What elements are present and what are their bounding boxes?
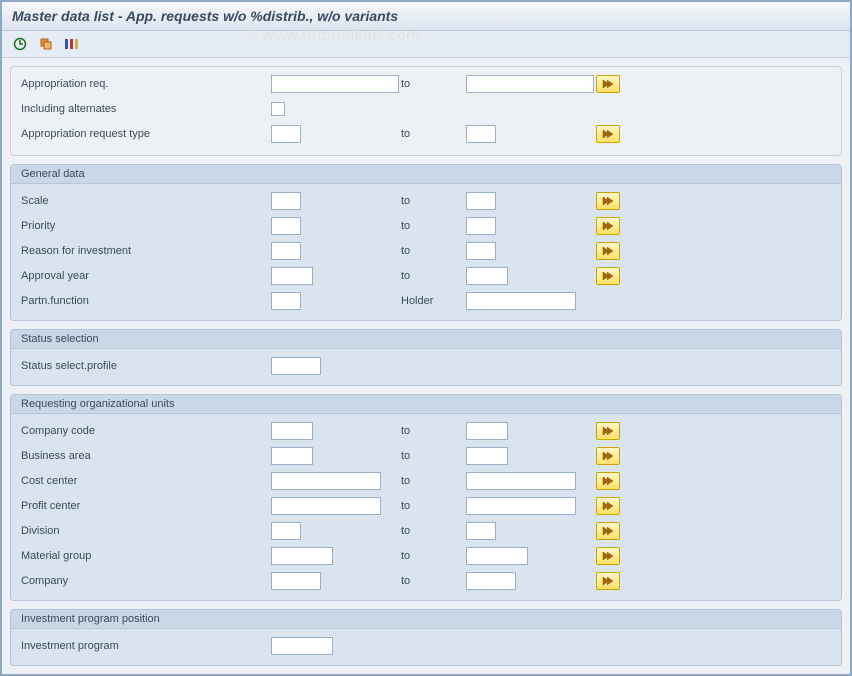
profit-center-to-input[interactable]	[466, 497, 576, 515]
business-area-more-button[interactable]	[596, 447, 620, 465]
to-label: to	[401, 450, 466, 462]
company-to-input[interactable]	[466, 572, 516, 590]
appropriation-request-type-to-input[interactable]	[466, 125, 496, 143]
page-title: Master data list - App. requests w/o %di…	[12, 8, 840, 24]
appropriation-req-label: Appropriation req.	[21, 78, 271, 90]
appropriation-request-type-more-button[interactable]	[596, 125, 620, 143]
reason-for-investment-to-input[interactable]	[466, 242, 496, 260]
including-alternates-label: Including alternates	[21, 103, 271, 115]
investment-program-position-header: Investment program position	[11, 610, 841, 629]
to-label: to	[401, 525, 466, 537]
approval-year-to-input[interactable]	[466, 267, 508, 285]
holder-input[interactable]	[466, 292, 576, 310]
toolbar	[2, 31, 850, 58]
to-label: to	[401, 220, 466, 232]
reason-for-investment-label: Reason for investment	[21, 245, 271, 257]
scale-label: Scale	[21, 195, 271, 207]
business-area-label: Business area	[21, 450, 271, 462]
division-more-button[interactable]	[596, 522, 620, 540]
appropriation-request-type-from-input[interactable]	[271, 125, 301, 143]
scale-more-button[interactable]	[596, 192, 620, 210]
priority-more-button[interactable]	[596, 217, 620, 235]
company-label: Company	[21, 575, 271, 587]
approval-year-label: Approval year	[21, 270, 271, 282]
investment-program-input[interactable]	[271, 637, 333, 655]
status-selection-header: Status selection	[11, 330, 841, 349]
to-label: to	[401, 500, 466, 512]
material-group-to-input[interactable]	[466, 547, 528, 565]
material-group-label: Material group	[21, 550, 271, 562]
appropriation-request-type-label: Appropriation request type	[21, 128, 271, 140]
approval-year-from-input[interactable]	[271, 267, 313, 285]
cost-center-from-input[interactable]	[271, 472, 381, 490]
including-alternates-checkbox[interactable]	[271, 102, 285, 116]
business-area-from-input[interactable]	[271, 447, 313, 465]
company-code-more-button[interactable]	[596, 422, 620, 440]
status-select-profile-label: Status select.profile	[21, 360, 271, 372]
priority-to-input[interactable]	[466, 217, 496, 235]
holder-label: Holder	[401, 295, 466, 307]
company-code-label: Company code	[21, 425, 271, 437]
profit-center-from-input[interactable]	[271, 497, 381, 515]
to-label: to	[401, 128, 466, 140]
get-variant-button[interactable]	[36, 35, 56, 53]
requesting-org-units-header: Requesting organizational units	[11, 395, 841, 414]
to-label: to	[401, 425, 466, 437]
material-group-more-button[interactable]	[596, 547, 620, 565]
material-group-from-input[interactable]	[271, 547, 333, 565]
company-more-button[interactable]	[596, 572, 620, 590]
to-label: to	[401, 550, 466, 562]
division-from-input[interactable]	[271, 522, 301, 540]
division-to-input[interactable]	[466, 522, 496, 540]
division-label: Division	[21, 525, 271, 537]
scale-from-input[interactable]	[271, 192, 301, 210]
selection-options-button[interactable]	[62, 35, 82, 53]
general-data-header: General data	[11, 165, 841, 184]
to-label: to	[401, 195, 466, 207]
appropriation-req-to-input[interactable]	[466, 75, 594, 93]
appropriation-req-from-input[interactable]	[271, 75, 399, 93]
to-label: to	[401, 575, 466, 587]
priority-from-input[interactable]	[271, 217, 301, 235]
to-label: to	[401, 270, 466, 282]
appropriation-req-more-button[interactable]	[596, 75, 620, 93]
cost-center-label: Cost center	[21, 475, 271, 487]
status-select-profile-input[interactable]	[271, 357, 321, 375]
company-code-from-input[interactable]	[271, 422, 313, 440]
reason-for-investment-more-button[interactable]	[596, 242, 620, 260]
business-area-to-input[interactable]	[466, 447, 508, 465]
reason-for-investment-from-input[interactable]	[271, 242, 301, 260]
cost-center-to-input[interactable]	[466, 472, 576, 490]
cost-center-more-button[interactable]	[596, 472, 620, 490]
approval-year-more-button[interactable]	[596, 267, 620, 285]
to-label: to	[401, 245, 466, 257]
partn-function-label: Partn.function	[21, 295, 271, 307]
to-label: to	[401, 475, 466, 487]
investment-program-label: Investment program	[21, 640, 271, 652]
profit-center-label: Profit center	[21, 500, 271, 512]
company-code-to-input[interactable]	[466, 422, 508, 440]
profit-center-more-button[interactable]	[596, 497, 620, 515]
priority-label: Priority	[21, 220, 271, 232]
partn-function-input[interactable]	[271, 292, 301, 310]
to-label: to	[401, 78, 466, 90]
scale-to-input[interactable]	[466, 192, 496, 210]
execute-button[interactable]	[10, 35, 30, 53]
company-from-input[interactable]	[271, 572, 321, 590]
